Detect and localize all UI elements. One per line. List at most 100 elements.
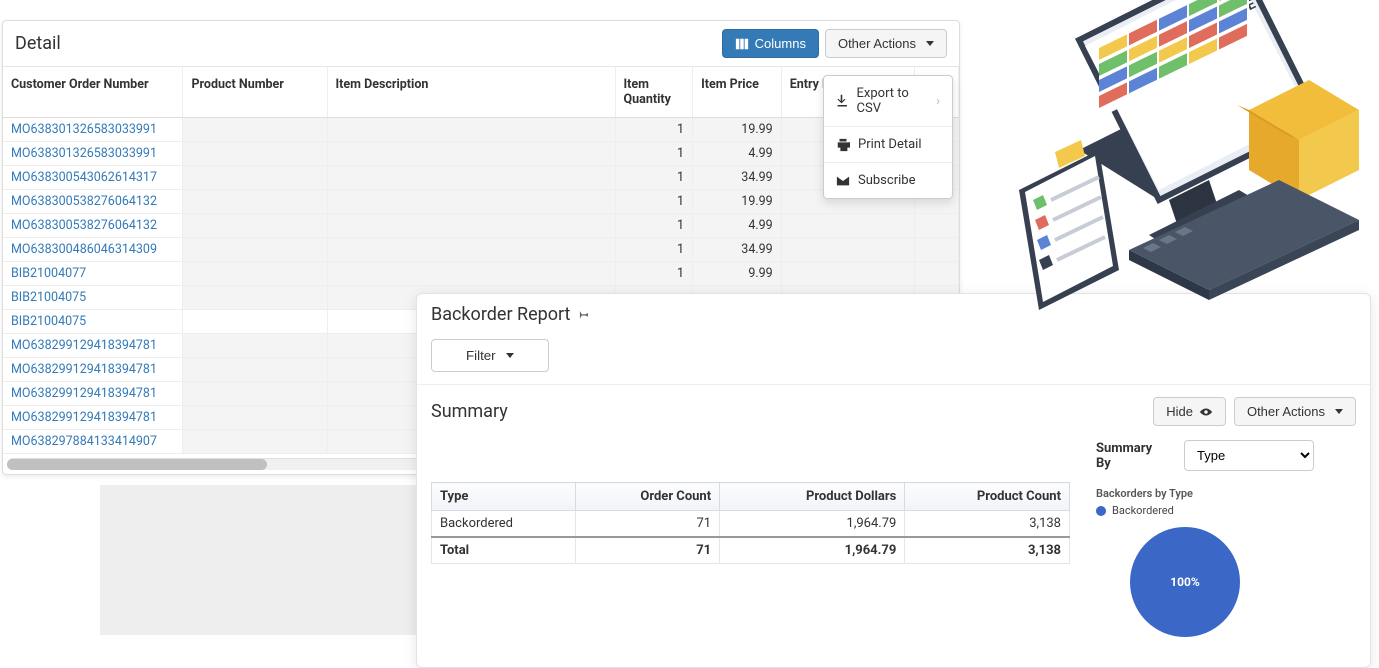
chevron-down-icon	[506, 353, 514, 358]
summary-by-select[interactable]: Type	[1184, 440, 1314, 471]
order-link[interactable]: MO638299129418394781	[11, 338, 157, 353]
dropdown-print-detail[interactable]: Print Detail	[824, 126, 952, 162]
cell-product-number	[183, 190, 327, 214]
order-link[interactable]: MO638297884133414907	[11, 434, 157, 449]
cell-entry-datetime	[781, 238, 914, 262]
sum-col-product-dollars[interactable]: Product Dollars	[720, 483, 905, 511]
order-link[interactable]: MO638299129418394781	[11, 386, 157, 401]
cell-item-description	[327, 214, 615, 238]
cell-item-description	[327, 166, 615, 190]
order-link[interactable]: BIB21004077	[11, 266, 86, 281]
pin-icon[interactable]	[576, 306, 590, 324]
summary-left: Type Order Count Product Dollars Product…	[431, 440, 1070, 637]
cell-item-price: 4.99	[693, 214, 782, 238]
filter-button[interactable]: Filter	[431, 339, 549, 372]
table-row[interactable]: MO638300538276064132119.99	[3, 190, 959, 214]
order-link[interactable]: MO638300543062614317	[11, 170, 157, 185]
backorder-report-panel: Backorder Report Filter Summary Hide Oth…	[416, 293, 1371, 668]
other-actions-button[interactable]: Other Actions	[825, 29, 947, 58]
sum-col-product-count[interactable]: Product Count	[905, 483, 1070, 511]
cell-entry-datetime	[781, 214, 914, 238]
table-row[interactable]: MO63830132658303399114.99	[3, 142, 959, 166]
order-link[interactable]: BIB21004075	[11, 290, 86, 305]
summary-other-actions-button[interactable]: Other Actions	[1234, 397, 1356, 426]
order-link[interactable]: MO638301326583033991	[11, 122, 157, 137]
cell-product-number	[183, 214, 327, 238]
summary-header: Summary Hide Other Actions	[417, 385, 1370, 436]
table-row[interactable]: MO638300538276064132 14.99	[3, 214, 959, 238]
col-item-price[interactable]: Item Price	[693, 67, 782, 118]
order-link[interactable]: MO638301326583033991	[11, 146, 157, 161]
col-product-number[interactable]: Product Number	[183, 67, 327, 118]
cell-type: Backordered	[432, 511, 576, 538]
cell-item-description	[327, 142, 615, 166]
cell-item-quantity: 1	[615, 142, 693, 166]
cell-order-count: 71	[576, 511, 720, 538]
order-link[interactable]: MO638300538276064132	[11, 194, 157, 209]
hide-button[interactable]: Hide	[1153, 397, 1226, 426]
cell-extra	[914, 238, 958, 262]
cell-item-quantity: 1	[615, 262, 693, 286]
order-link[interactable]: MO638299129418394781	[11, 410, 157, 425]
summary-right: Summary By Type Backorders by Type Backo…	[1096, 440, 1356, 637]
summary-actions: Hide Other Actions	[1153, 397, 1356, 426]
other-actions-label: Other Actions	[838, 36, 916, 51]
order-link[interactable]: MO638300486046314309	[11, 242, 157, 257]
order-link[interactable]: BIB21004075	[11, 314, 86, 329]
summary-row-backordered[interactable]: Backordered 71 1,964.79 3,138	[432, 511, 1070, 538]
cell-total-order-count: 71	[576, 537, 720, 564]
cell-item-description	[327, 118, 615, 142]
summary-table: Type Order Count Product Dollars Product…	[431, 482, 1070, 564]
cell-item-description	[327, 190, 615, 214]
order-link[interactable]: MO638300538276064132	[11, 218, 157, 233]
cell-total-label: Total	[432, 537, 576, 564]
summary-title: Summary	[431, 401, 508, 422]
table-row[interactable]: MO638300486046314309134.99	[3, 238, 959, 262]
chart-legend-item[interactable]: Backordered	[1096, 504, 1356, 517]
sum-col-order-count[interactable]: Order Count	[576, 483, 720, 511]
cell-extra	[914, 262, 958, 286]
pie-chart[interactable]: 100%	[1130, 527, 1240, 637]
cell-product-number	[183, 286, 327, 310]
col-item-description[interactable]: Item Description	[327, 67, 615, 118]
legend-dot-icon	[1096, 506, 1106, 516]
table-row[interactable]: MO638300543062614317134.99	[3, 166, 959, 190]
summary-by-row: Summary By Type	[1096, 440, 1356, 471]
col-customer-order[interactable]: Customer Order Number	[3, 67, 183, 118]
cell-product-number	[183, 118, 327, 142]
cell-product-number	[183, 166, 327, 190]
cell-product-number	[183, 334, 327, 358]
summary-header-row: Type Order Count Product Dollars Product…	[432, 483, 1070, 511]
cell-item-quantity: 1	[615, 166, 693, 190]
other-actions-dropdown: Export to CSV › Print Detail Subscribe	[823, 75, 953, 199]
summary-other-actions-label: Other Actions	[1247, 404, 1325, 419]
cell-product-number	[183, 310, 327, 334]
table-row[interactable]: BIB21004077 19.99	[3, 262, 959, 286]
summary-body: Type Order Count Product Dollars Product…	[417, 436, 1370, 637]
detail-title: Detail	[15, 33, 61, 54]
cell-product-dollars: 1,964.79	[720, 511, 905, 538]
chart-title: Backorders by Type	[1096, 487, 1356, 500]
cell-item-quantity: 1	[615, 118, 693, 142]
cell-product-number	[183, 406, 327, 430]
detail-header: Detail Columns Other Actions	[3, 21, 959, 67]
legend-label: Backordered	[1112, 504, 1174, 517]
sum-col-type[interactable]: Type	[432, 483, 576, 511]
chevron-down-icon	[1335, 409, 1343, 414]
col-item-quantity[interactable]: Item Quantity	[615, 67, 693, 118]
cell-product-number	[183, 238, 327, 262]
columns-button[interactable]: Columns	[722, 29, 819, 58]
chevron-down-icon	[926, 41, 934, 46]
dropdown-export-csv[interactable]: Export to CSV ›	[824, 76, 952, 126]
cell-item-quantity: 1	[615, 214, 693, 238]
cell-item-price: 9.99	[693, 262, 782, 286]
order-link[interactable]: MO638299129418394781	[11, 362, 157, 377]
dropdown-subscribe[interactable]: Subscribe	[824, 162, 952, 198]
table-row[interactable]: MO638301326583033991119.99	[3, 118, 959, 142]
columns-icon	[735, 37, 749, 51]
cell-product-number	[183, 358, 327, 382]
cell-item-description	[327, 262, 615, 286]
scrollbar-thumb[interactable]	[7, 459, 267, 470]
pie-slice-label: 100%	[1170, 575, 1200, 589]
svg-text:DELIVERY SERVICE: DELIVERY SERVICE	[1115, 0, 1260, 77]
